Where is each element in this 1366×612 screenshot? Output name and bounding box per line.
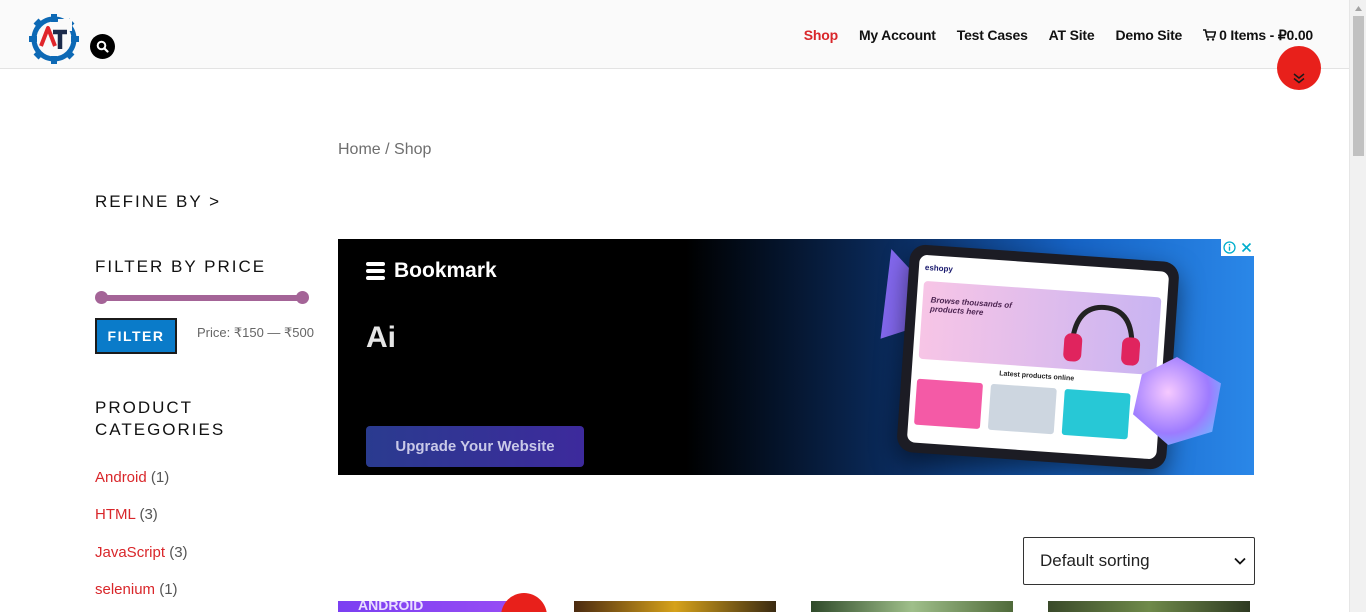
- breadcrumb: Home / Shop: [338, 141, 432, 158]
- nav-cart[interactable]: 0 Items - ₽0.00: [1203, 26, 1313, 44]
- product-categories-title: PRODUCT CATEGORIES: [95, 397, 225, 441]
- refine-by-title[interactable]: REFINE BY >: [95, 191, 221, 213]
- filter-by-price-title: FILTER BY PRICE: [95, 257, 267, 276]
- nav-my-account[interactable]: My Account: [859, 26, 936, 44]
- price-slider-max-handle[interactable]: [296, 291, 309, 304]
- info-icon[interactable]: [1223, 241, 1236, 254]
- scroll-up-arrow-icon[interactable]: [1350, 0, 1366, 16]
- category-count: (1): [159, 581, 178, 598]
- sale-badge: [501, 593, 547, 612]
- category-item: Android (1): [95, 469, 169, 486]
- product-thumbnail-text: ANDROID: [358, 601, 424, 612]
- chevron-down-icon: [1234, 557, 1246, 565]
- viewport: Shop My Account Test Cases AT Site Demo …: [0, 0, 1366, 612]
- main-nav: Shop My Account Test Cases AT Site Demo …: [783, 26, 1313, 44]
- bookmark-logo-icon: [366, 262, 385, 280]
- ad-choices[interactable]: [1221, 239, 1254, 256]
- filter-button[interactable]: FILTER: [95, 318, 177, 354]
- price-slider-min-handle[interactable]: [95, 291, 108, 304]
- headphones-icon: [1063, 305, 1141, 366]
- ad-tablet-image: eshopy Browse thousands of products here…: [896, 243, 1180, 471]
- ad-tablet-hero-text: Browse thousands of products here: [929, 295, 1013, 318]
- category-item: JavaScript (3): [95, 544, 188, 561]
- site-logo[interactable]: [28, 13, 80, 65]
- ad-tablet-card: [1061, 388, 1131, 440]
- ad-cta-button[interactable]: Upgrade Your Website: [366, 426, 584, 467]
- price-slider[interactable]: [95, 291, 309, 304]
- nav-test-cases[interactable]: Test Cases: [957, 26, 1028, 44]
- ad-tablet-card: [913, 378, 984, 430]
- site-header: Shop My Account Test Cases AT Site Demo …: [0, 0, 1349, 69]
- nav-demo-site[interactable]: Demo Site: [1115, 26, 1182, 44]
- ad-brand: Bookmark: [366, 259, 497, 283]
- category-item: selenium (1): [95, 581, 178, 598]
- product-thumbnail[interactable]: [1048, 601, 1250, 612]
- ad-tablet-hero: Browse thousands of products here: [918, 280, 1162, 376]
- nav-shop[interactable]: Shop: [804, 26, 838, 44]
- category-link-javascript[interactable]: JavaScript: [95, 544, 165, 561]
- product-thumbnail[interactable]: [574, 601, 776, 612]
- chevron-double-down-icon: [1293, 73, 1305, 84]
- at-gear-logo-icon: [29, 14, 79, 64]
- ad-headline: Ai: [366, 321, 396, 354]
- product-thumbnail[interactable]: [811, 601, 1013, 612]
- scrollbar-thumb[interactable]: [1353, 16, 1364, 156]
- page-scrollbar[interactable]: [1349, 0, 1366, 612]
- category-link-android[interactable]: Android: [95, 469, 147, 486]
- close-icon[interactable]: [1241, 242, 1252, 253]
- category-item: HTML (3): [95, 506, 158, 523]
- sorting-selected-value: Default sorting: [1040, 551, 1150, 570]
- search-button[interactable]: [90, 34, 115, 59]
- cart-label: 0 Items - ₽0.00: [1219, 27, 1313, 43]
- search-icon: [96, 40, 109, 53]
- category-link-selenium[interactable]: selenium: [95, 581, 155, 598]
- category-count: (3): [139, 506, 158, 523]
- category-count: (3): [169, 544, 188, 561]
- ad-tablet-card: [987, 383, 1057, 435]
- ad-tablet-screen: eshopy Browse thousands of products here…: [906, 254, 1170, 460]
- scroll-toggle-button[interactable]: [1277, 46, 1321, 90]
- ad-brand-label: Bookmark: [394, 259, 497, 282]
- category-count: (1): [150, 469, 170, 486]
- category-link-html[interactable]: HTML: [95, 506, 135, 523]
- cart-icon: [1203, 29, 1217, 41]
- ad-tablet-logo: eshopy: [924, 262, 954, 274]
- sorting-select[interactable]: Default sorting: [1023, 537, 1255, 585]
- product-categories-title-line1: PRODUCT: [95, 398, 194, 417]
- ad-banner[interactable]: Bookmark Ai Upgrade Your Website eshopy …: [338, 239, 1254, 475]
- nav-at-site[interactable]: AT Site: [1049, 26, 1095, 44]
- price-range-label: Price: ₹150 — ₹500: [197, 325, 314, 340]
- product-categories-title-line2: CATEGORIES: [95, 420, 226, 439]
